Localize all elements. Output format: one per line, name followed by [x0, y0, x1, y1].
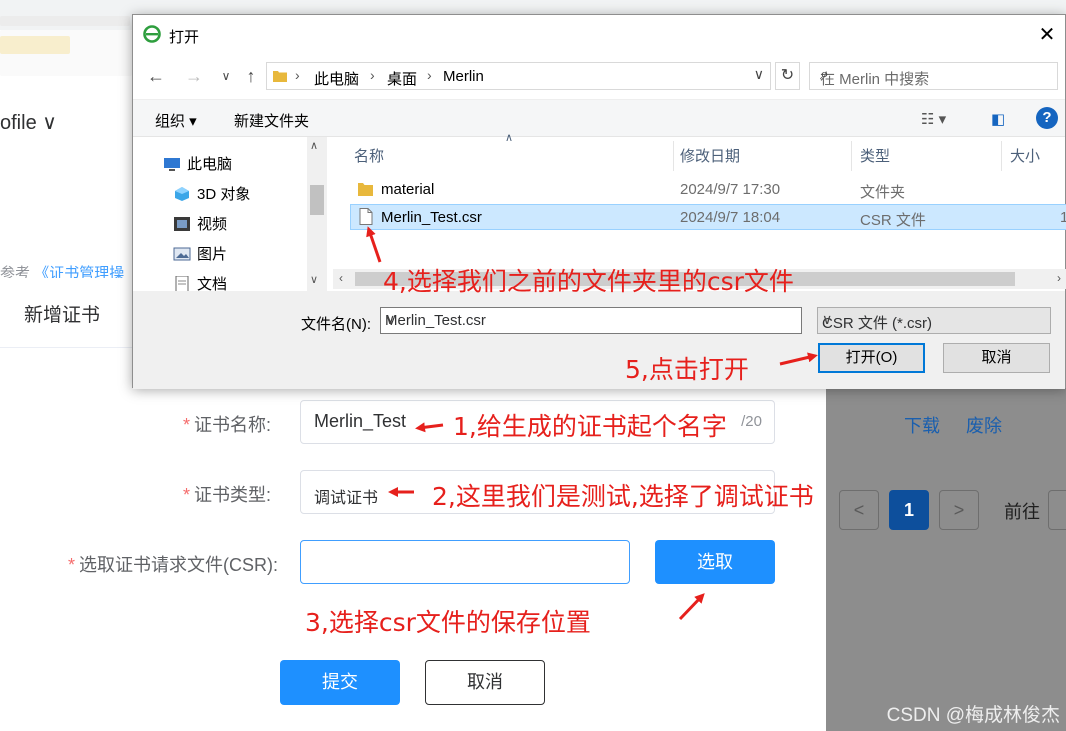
file-icon [359, 208, 373, 225]
prev-page-button[interactable]: < [839, 490, 879, 530]
file-size: 1 [1060, 209, 1066, 226]
open-button[interactable]: 打开(O) [818, 343, 925, 373]
file-type: CSR 文件 [860, 212, 926, 229]
breadcrumb-this-pc[interactable]: 此电脑 [314, 68, 359, 89]
help-icon[interactable]: ? [1036, 107, 1058, 129]
up-arrow-icon[interactable]: ↑ [240, 65, 262, 87]
breadcrumb-desktop[interactable]: 桌面 [387, 68, 417, 89]
filename-label: 文件名(N): [301, 316, 371, 333]
filetype-select[interactable]: CSR 文件 (*.csr) ∨ [817, 307, 1051, 334]
profile-menu[interactable]: ofile ∨ [0, 110, 57, 135]
cert-name-label: * 证书名称: [183, 415, 272, 435]
tree-item-this-pc[interactable]: 此电脑 [163, 153, 232, 174]
csdn-watermark: CSDN @梅成林俊杰 [886, 705, 1060, 726]
file-list-header: 名称 ∧ 修改日期 类型 大小 [333, 132, 1066, 177]
organize-menu[interactable]: 组织 ▾ [155, 110, 197, 131]
folder-icon [358, 183, 373, 196]
chevron-down-icon: ∨ [822, 311, 833, 327]
cert-type-label: * 证书类型: [183, 485, 272, 505]
file-type: 文件夹 [860, 184, 906, 201]
cert-type-value: 调试证书 [314, 490, 379, 507]
tree-item-videos[interactable]: 视频 [173, 213, 227, 234]
filename-input[interactable]: Merlin_Test.csr ∨ [380, 307, 802, 334]
goto-page-input[interactable] [1048, 490, 1066, 530]
dialog-toolbar: 组织 ▾ 新建文件夹 ☷ ▾ ◧ [133, 99, 1065, 137]
back-arrow-icon[interactable]: ← [145, 65, 167, 87]
annotation-step3: 3,选择csr文件的保存位置 [305, 608, 591, 637]
picture-icon [173, 247, 191, 261]
computer-icon [164, 158, 180, 171]
file-name: Merlin_Test.csr [381, 209, 482, 226]
video-icon [174, 217, 190, 231]
current-page-button[interactable]: 1 [889, 490, 929, 530]
dialog-titlebar: 打开 ✕ [133, 15, 1065, 55]
close-icon[interactable]: ✕ [1033, 21, 1061, 49]
address-bar[interactable]: › 此电脑 › 桌面 › Merlin ∨ [266, 62, 771, 90]
blurred-logo [0, 36, 70, 54]
file-date: 2024/9/7 17:30 [680, 181, 781, 198]
cube-3d-icon [175, 187, 189, 201]
file-date: 2024/9/7 18:04 [680, 209, 781, 226]
tree-scrollbar[interactable]: ∧ ∨ [307, 137, 327, 292]
annotation-step4: 4,选择我们之前的文件夹里的csr文件 [383, 267, 794, 296]
file-row-merlin-test-csr[interactable]: Merlin_Test.csr 2024/9/7 18:04 CSR 文件 1 [350, 204, 1066, 230]
search-input[interactable]: 在 Merlin 中搜索 ⌕ [809, 62, 1058, 90]
chevron-down-icon[interactable]: ∨ [385, 311, 795, 328]
annotation-step2: 2,这里我们是测试,选择了调试证书 [432, 482, 814, 511]
csr-label: * 选取证书请求文件(CSR): [68, 555, 279, 575]
navigation-pane: 此电脑 3D 对象 视频 图片 文档 [133, 137, 329, 292]
document-icon [175, 276, 189, 292]
breadcrumb-merlin[interactable]: Merlin [443, 68, 484, 85]
tree-item-pictures[interactable]: 图片 [173, 243, 227, 264]
column-date[interactable]: 修改日期 [680, 145, 740, 166]
cert-name-value: Merlin_Test [314, 411, 407, 431]
arrow-step3 [678, 593, 705, 621]
csr-file-input[interactable] [300, 540, 630, 584]
chevron-down-icon[interactable]: ∨ [754, 66, 764, 83]
dialog-title: 新增证书 [24, 305, 101, 326]
submit-button[interactable]: 提交 [280, 660, 400, 705]
file-name: material [381, 181, 435, 198]
download-link[interactable]: 下载 [904, 412, 940, 438]
annotation-step5: 5,点击打开 [625, 355, 749, 384]
cancel-button[interactable]: 取消 [425, 660, 545, 705]
ie-logo-icon [143, 25, 161, 43]
revoke-link[interactable]: 废除 [966, 412, 1002, 438]
dialog-title: 打开 [169, 29, 200, 46]
dialog-footer [133, 291, 1065, 389]
annotation-step1: 1,给生成的证书起个名字 [453, 412, 727, 441]
new-folder-button[interactable]: 新建文件夹 [234, 110, 309, 131]
column-size[interactable]: 大小 [1010, 145, 1040, 166]
column-name[interactable]: 名称 [354, 145, 384, 166]
search-icon: ⌕ [820, 66, 829, 83]
dialog-cancel-button[interactable]: 取消 [943, 343, 1050, 373]
view-options-icon[interactable]: ☷ ▾ [921, 110, 946, 128]
cert-name-counter: /20 [741, 413, 762, 430]
refresh-icon[interactable]: ↻ [775, 62, 800, 90]
select-file-button[interactable]: 选取 [655, 540, 775, 584]
recent-dropdown-icon[interactable]: ∨ [215, 65, 237, 87]
tree-item-documents[interactable]: 文档 [173, 273, 227, 292]
folder-icon [273, 71, 287, 82]
file-open-dialog: 打开 ✕ ← → ∨ ↑ › 此电脑 › 桌面 › Merlin ∨ ↻ 在 M… [132, 14, 1066, 389]
tree-item-3d-objects[interactable]: 3D 对象 [173, 183, 250, 204]
preview-pane-icon[interactable]: ◧ [991, 110, 1005, 128]
column-type[interactable]: 类型 [860, 145, 890, 166]
tree-scrollbar-thumb[interactable] [310, 185, 324, 215]
next-page-button[interactable]: > [939, 490, 979, 530]
file-row-material[interactable]: material 2024/9/7 17:30 文件夹 [350, 177, 1066, 203]
forward-arrow-icon[interactable]: → [183, 65, 205, 87]
sort-up-icon: ∧ [505, 132, 514, 144]
goto-label: 前往 [1004, 502, 1040, 522]
